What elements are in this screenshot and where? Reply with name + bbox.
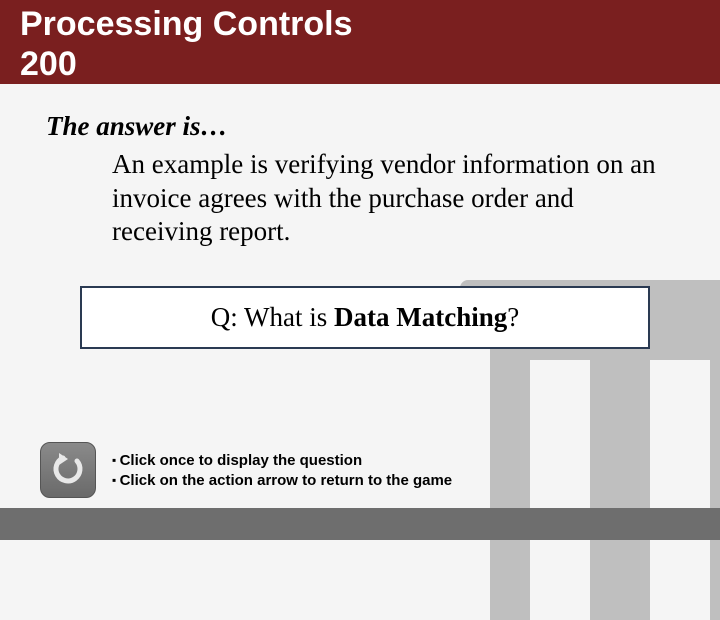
question-suffix: ? (507, 302, 519, 332)
question-term: Data Matching (334, 302, 507, 332)
background-pillar-graphic (360, 220, 720, 620)
answer-body: An example is verifying vendor informati… (112, 148, 676, 249)
answer-lead: The answer is… (46, 110, 676, 144)
point-value: 200 (20, 45, 77, 83)
question-prefix: Q: What is (211, 302, 334, 332)
question-box[interactable]: Q: What is Data Matching? (80, 286, 650, 349)
return-arrow-icon (49, 451, 87, 489)
category-title: Processing Controls (20, 5, 353, 43)
instructions-block: Click once to display the question Click… (112, 451, 452, 492)
footer-bar (0, 508, 720, 540)
answer-block: The answer is… An example is verifying v… (46, 110, 676, 249)
slide-header: Processing Controls 200 (0, 0, 720, 84)
instruction-line-1: Click once to display the question (112, 451, 452, 471)
instruction-line-2: Click on the action arrow to return to t… (112, 471, 452, 491)
return-action-button[interactable] (40, 442, 96, 498)
